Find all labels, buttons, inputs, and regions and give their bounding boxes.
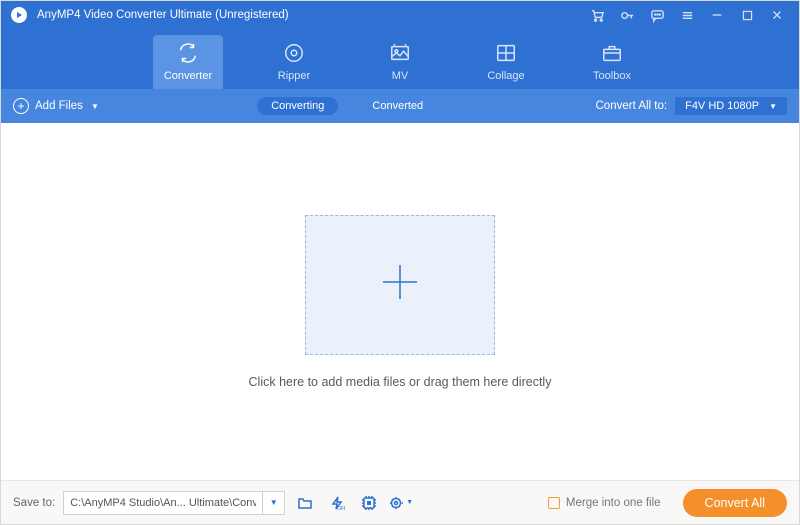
- checkbox-icon: [548, 497, 560, 509]
- tab-ripper[interactable]: Ripper: [259, 35, 329, 89]
- key-icon[interactable]: [619, 7, 635, 23]
- save-path-input[interactable]: [63, 491, 263, 515]
- mv-icon: [389, 42, 411, 67]
- app-window: AnyMP4 Video Converter Ultimate (Unregis…: [0, 0, 800, 525]
- open-folder-button[interactable]: [293, 491, 317, 515]
- tab-mv[interactable]: MV: [365, 35, 435, 89]
- tab-label: Ripper: [278, 70, 310, 82]
- window-title: AnyMP4 Video Converter Ultimate (Unregis…: [37, 9, 575, 21]
- chevron-down-icon: ▼: [769, 102, 777, 111]
- hardware-accel-button[interactable]: OFF: [325, 491, 349, 515]
- ripper-icon: [283, 42, 305, 67]
- app-logo-icon: [9, 5, 29, 25]
- tab-label: Toolbox: [593, 70, 631, 82]
- main-area: Click here to add media files or drag th…: [1, 123, 799, 480]
- output-format-selector[interactable]: F4V HD 1080P ▼: [675, 97, 787, 115]
- collage-icon: [495, 42, 517, 67]
- merge-checkbox[interactable]: Merge into one file: [548, 497, 661, 509]
- secondary-bar: + Add Files ▼ Converting Converted Conve…: [1, 89, 799, 123]
- tab-converter[interactable]: Converter: [153, 35, 223, 89]
- tab-toolbox[interactable]: Toolbox: [577, 35, 647, 89]
- cart-icon[interactable]: [589, 7, 605, 23]
- output-format-value: F4V HD 1080P: [685, 100, 759, 112]
- plus-circle-icon: +: [13, 98, 29, 114]
- merge-label: Merge into one file: [566, 497, 661, 509]
- footer-bar: Save to: ▼ OFF ▼ Merge into one file Con…: [1, 480, 799, 524]
- drop-zone[interactable]: [305, 215, 495, 355]
- settings-button[interactable]: ▼: [389, 491, 413, 515]
- drop-message: Click here to add media files or drag th…: [249, 375, 552, 389]
- chevron-down-icon: ▼: [406, 499, 413, 506]
- converter-icon: [177, 42, 199, 67]
- toolbox-icon: [601, 42, 623, 67]
- tab-label: Collage: [487, 70, 524, 82]
- plus-icon: [375, 257, 425, 312]
- window-buttons: [575, 7, 799, 23]
- svg-text:OFF: OFF: [337, 506, 345, 511]
- gpu-button[interactable]: [357, 491, 381, 515]
- main-tab-bar: Converter Ripper MV Collage Toolbox: [1, 29, 799, 89]
- convert-all-button[interactable]: Convert All: [683, 489, 787, 517]
- maximize-button[interactable]: [739, 7, 755, 23]
- title-bar: AnyMP4 Video Converter Ultimate (Unregis…: [1, 1, 799, 29]
- add-files-button[interactable]: + Add Files ▼: [13, 98, 99, 114]
- save-to-label: Save to:: [13, 497, 55, 509]
- feedback-icon[interactable]: [649, 7, 665, 23]
- chevron-down-icon: ▼: [91, 102, 99, 111]
- status-tabs: Converting Converted: [99, 97, 596, 115]
- add-files-label: Add Files: [35, 100, 83, 112]
- tab-converted[interactable]: Converted: [358, 97, 437, 115]
- tab-converting[interactable]: Converting: [257, 97, 338, 115]
- tab-label: MV: [392, 70, 409, 82]
- menu-icon[interactable]: [679, 7, 695, 23]
- convert-all-to[interactable]: Convert All to: F4V HD 1080P ▼: [596, 97, 788, 115]
- save-path-dropdown[interactable]: ▼: [263, 491, 285, 515]
- close-button[interactable]: [769, 7, 785, 23]
- tab-collage[interactable]: Collage: [471, 35, 541, 89]
- save-path-control: ▼: [63, 491, 285, 515]
- tab-label: Converter: [164, 70, 212, 82]
- convert-all-to-label: Convert All to:: [596, 100, 668, 112]
- minimize-button[interactable]: [709, 7, 725, 23]
